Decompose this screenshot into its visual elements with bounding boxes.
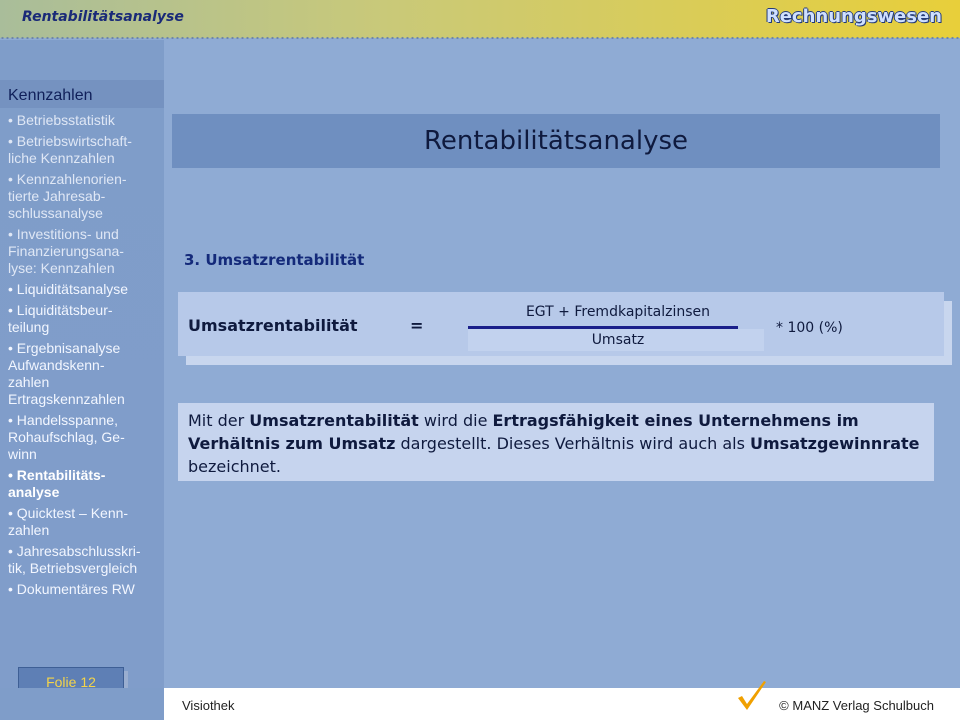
description-box: Mit der Umsatzrentabilität wird die Ertr… [178, 403, 934, 481]
formula-multiplier: * 100 (%) [776, 320, 843, 336]
sidebar-item-quicktest[interactable]: • Quicktest – Kenn- zahlen [8, 505, 168, 539]
formula-box: Umsatzrentabilität = EGT + Fremdkapitalz… [178, 292, 944, 356]
sidebar-title[interactable]: Kennzahlen [8, 87, 93, 105]
sidebar-item-liquiditaetsbeurteilung[interactable]: • Liquiditätsbeur- teilung [8, 302, 168, 336]
description-bold: Umsatzgewinnrate [750, 434, 920, 453]
section-heading: 3. Umsatzrentabilität [184, 251, 365, 269]
sidebar-item-ergebnisanalyse[interactable]: • Ergebnisanalyse Aufwandskenn- zahlen E… [8, 340, 168, 408]
sidebar-item-dokumentaeres-rw[interactable]: • Dokumentäres RW [8, 581, 168, 598]
description-text: Mit der [188, 411, 250, 430]
formula-denominator: Umsatz [591, 332, 645, 348]
formula-equals: = [410, 316, 424, 335]
sidebar-item-handelsspanne[interactable]: • Handelsspanne, Rohaufschlag, Ge- winn [8, 412, 168, 463]
description-text: dargestellt. Dieses Verhältnis wird auch… [395, 434, 751, 453]
sidebar-item-investitionsanalyse[interactable]: • Investitions- und Finanzierungsana- ly… [8, 226, 168, 277]
footer-visiothek: Visiothek [182, 698, 235, 713]
sidebar-nav: • Betriebsstatistik • Betriebswirtschaft… [8, 112, 168, 602]
brand-title: Rechnungswesen [765, 6, 942, 27]
checkmark-icon [738, 681, 766, 710]
footer-copyright: © MANZ Verlag Schulbuch [779, 698, 934, 713]
sidebar-item-jahresabschlussanalyse[interactable]: • Kennzahlenorien- tierte Jahresab- schl… [8, 171, 168, 222]
sidebar-item-liquiditaetsanalyse[interactable]: • Liquiditätsanalyse [8, 281, 168, 298]
sidebar-item-jahresabschlusskritik[interactable]: • Jahresabschlusskri- tik, Betriebsvergl… [8, 543, 168, 577]
formula-numerator: EGT + Fremdkapitalzinsen [525, 304, 711, 320]
formula-label: Umsatzrentabilität [188, 316, 358, 335]
page-title-band: Rentabilitätsanalyse [172, 114, 940, 168]
description-text: bezeichnet. [188, 457, 281, 476]
page-title: Rentabilitätsanalyse [423, 126, 689, 156]
footer: Visiothek © MANZ Verlag Schulbuch [164, 681, 960, 720]
footer-sidebar-strip [0, 688, 164, 720]
breadcrumb: Rentabilitätsanalyse [22, 9, 184, 25]
description-bold: Umsatzrentabilität [249, 411, 419, 430]
top-bar: Rentabilitätsanalyse Rechnungswesen [0, 0, 960, 38]
description-text: wird die [418, 411, 493, 430]
sidebar-item-rentabilitaetsanalyse[interactable]: • Rentabilitäts- analyse [8, 467, 168, 501]
sidebar-item-betriebsstatistik[interactable]: • Betriebsstatistik [8, 112, 168, 129]
sidebar-item-betriebswirtschaftliche-kennzahlen[interactable]: • Betriebswirtschaft- liche Kennzahlen [8, 133, 168, 167]
